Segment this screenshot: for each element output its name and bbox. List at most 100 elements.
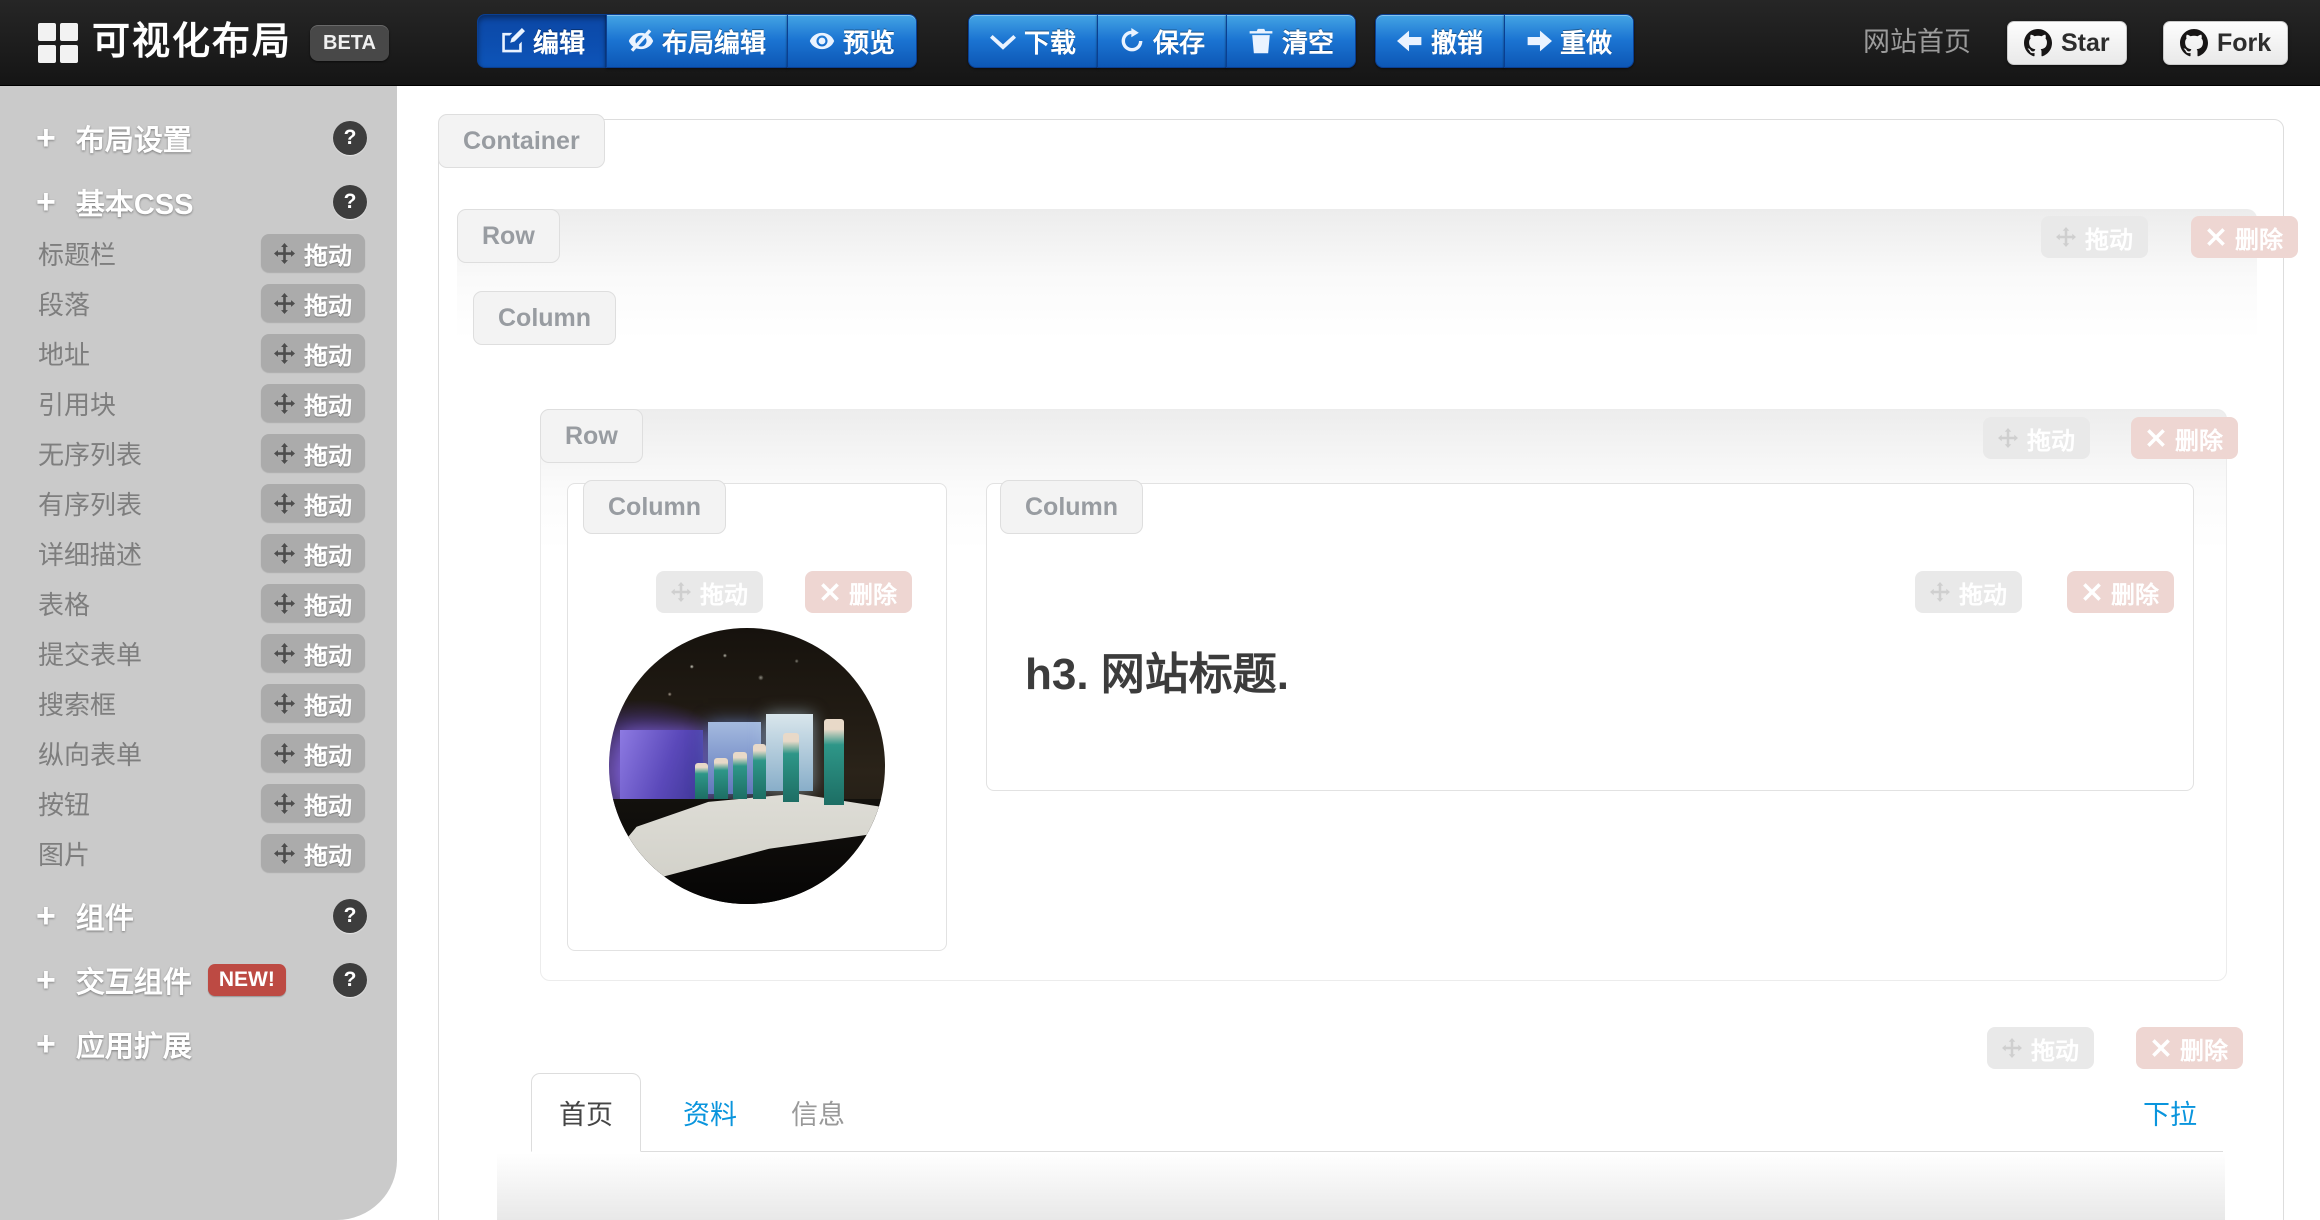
nav-button-label: 重做	[1560, 23, 1612, 60]
column-tab: Column	[473, 291, 616, 345]
drag-handle[interactable]: 拖动	[656, 571, 763, 613]
sidebar-section-layout-settings[interactable]: + 布局设置 ?	[0, 112, 397, 164]
x-icon	[2206, 227, 2226, 247]
container-tab: Container	[438, 114, 605, 168]
tab-profile[interactable]: 资料	[671, 1079, 749, 1146]
sidebar-section-interactive-components[interactable]: + 交互组件 NEW! ?	[0, 954, 397, 1006]
nav-undo-button[interactable]: 撤销	[1375, 14, 1505, 68]
drag-handle[interactable]: 拖动	[261, 434, 365, 472]
delete-button[interactable]: 删除	[2136, 1027, 2243, 1069]
nav-button-label: 清空	[1282, 23, 1334, 60]
delete-button[interactable]: 删除	[2191, 216, 2298, 258]
mode-button-group: 编辑 布局编辑 预览	[477, 14, 917, 68]
column-tab: Column	[1000, 480, 1143, 534]
sidebar-section-basic-css[interactable]: + 基本CSS ?	[0, 176, 397, 228]
delete-button[interactable]: 删除	[2067, 571, 2174, 613]
beta-badge: BETA	[310, 25, 389, 61]
move-icon	[274, 693, 295, 714]
item-label: 提交表单	[38, 635, 142, 672]
circle-image	[609, 628, 885, 904]
nav-redo-button[interactable]: 重做	[1504, 14, 1634, 68]
move-icon	[274, 543, 295, 564]
item-label: 按钮	[38, 785, 90, 822]
drag-handle[interactable]: 拖动	[261, 634, 365, 672]
edit-icon	[499, 28, 525, 54]
tab-info[interactable]: 信息	[779, 1079, 857, 1146]
drag-handle[interactable]: 拖动	[261, 584, 365, 622]
item-label: 地址	[38, 335, 90, 372]
move-icon	[671, 582, 691, 602]
sidebar-item-search-box: 搜索框 拖动	[0, 678, 397, 728]
plus-icon: +	[36, 185, 56, 219]
move-icon	[274, 243, 295, 264]
drag-handle[interactable]: 拖动	[1915, 571, 2022, 613]
component-sidebar: + 布局设置 ? + 基本CSS ? 标题栏 拖动 段落 拖动 地址 拖动 引用…	[0, 86, 397, 1220]
drag-handle[interactable]: 拖动	[1983, 417, 2090, 459]
delete-button[interactable]: 删除	[2131, 417, 2238, 459]
github-icon	[2024, 29, 2052, 57]
sidebar-item-address: 地址 拖动	[0, 328, 397, 378]
section-title: 交互组件	[76, 959, 192, 1001]
nav-save-button[interactable]: 保存	[1097, 14, 1227, 68]
drag-handle[interactable]: 拖动	[261, 484, 365, 522]
question-icon[interactable]: ?	[333, 121, 367, 155]
site-home-link[interactable]: 网站首页	[1863, 0, 1971, 85]
drag-handle[interactable]: 拖动	[261, 384, 365, 422]
item-label: 表格	[38, 585, 90, 622]
section-title: 布局设置	[76, 117, 192, 159]
move-icon	[274, 743, 295, 764]
move-icon	[274, 793, 295, 814]
drag-handle[interactable]: 拖动	[1987, 1027, 2094, 1069]
move-icon	[2002, 1038, 2022, 1058]
drag-handle[interactable]: 拖动	[261, 784, 365, 822]
sidebar-item-button: 按钮 拖动	[0, 778, 397, 828]
tab-dropdown[interactable]: 下拉	[2143, 1093, 2197, 1132]
plus-icon: +	[36, 899, 56, 933]
move-icon	[274, 643, 295, 664]
move-icon	[2056, 227, 2076, 247]
plus-icon: +	[36, 963, 56, 997]
nav-preview-button[interactable]: 预览	[787, 14, 917, 68]
move-icon	[1930, 582, 1950, 602]
drag-handle[interactable]: 拖动	[261, 834, 365, 872]
github-fork-button[interactable]: Fork	[2163, 21, 2288, 65]
question-icon[interactable]: ?	[333, 899, 367, 933]
drag-handle[interactable]: 拖动	[261, 684, 365, 722]
nav-clear-button[interactable]: 清空	[1226, 14, 1356, 68]
drag-handle[interactable]: 拖动	[261, 334, 365, 372]
sidebar-section-app-extensions[interactable]: + 应用扩展	[0, 1018, 397, 1070]
nav-button-label: 预览	[843, 23, 895, 60]
question-icon[interactable]: ?	[333, 963, 367, 997]
nav-button-label: 撤销	[1431, 23, 1483, 60]
item-label: 有序列表	[38, 485, 142, 522]
site-heading-text: h3. 网站标题.	[1025, 638, 1289, 702]
tab-content-panel	[497, 1153, 2225, 1220]
github-star-button[interactable]: Star	[2007, 21, 2127, 65]
drag-handle[interactable]: 拖动	[261, 234, 365, 272]
drag-handle[interactable]: 拖动	[261, 284, 365, 322]
delete-button[interactable]: 删除	[805, 571, 912, 613]
nav-edit-button[interactable]: 编辑	[477, 14, 607, 68]
row-tab: Row	[540, 409, 643, 463]
item-label: 详细描述	[38, 535, 142, 572]
nav-button-label: 编辑	[533, 23, 585, 60]
drag-handle[interactable]: 拖动	[261, 734, 365, 772]
drag-handle[interactable]: 拖动	[2041, 216, 2148, 258]
star-label: Star	[2061, 29, 2110, 58]
tabs-component: 首页 资料 信息 下拉	[531, 1073, 2223, 1152]
tab-home[interactable]: 首页	[531, 1073, 641, 1152]
sidebar-section-components[interactable]: + 组件 ?	[0, 890, 397, 942]
nav-layout-edit-button[interactable]: 布局编辑	[606, 14, 788, 68]
move-icon	[274, 593, 295, 614]
question-icon[interactable]: ?	[333, 185, 367, 219]
nav-download-button[interactable]: 下载	[968, 14, 1098, 68]
drag-handle[interactable]: 拖动	[261, 534, 365, 572]
sidebar-item-table: 表格 拖动	[0, 578, 397, 628]
x-icon	[820, 582, 840, 602]
grid-icon	[38, 23, 78, 63]
x-icon	[2146, 428, 2166, 448]
section-title: 组件	[76, 895, 134, 937]
nav-button-label: 布局编辑	[662, 23, 766, 60]
refresh-icon	[1119, 28, 1145, 54]
nav-button-label: 保存	[1153, 23, 1205, 60]
